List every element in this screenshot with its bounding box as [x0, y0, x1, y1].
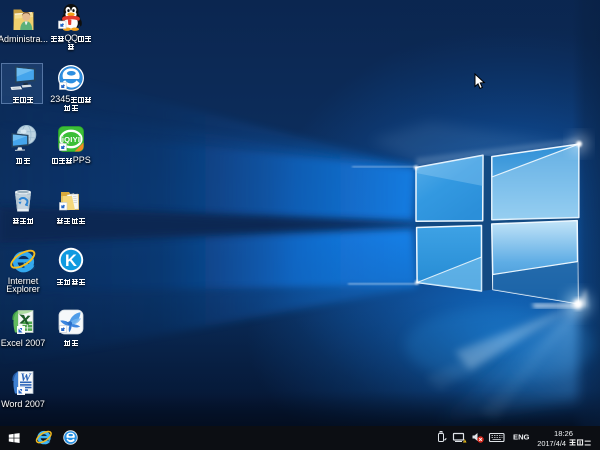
svg-text:K: K — [65, 252, 77, 270]
svg-text:ENG: ENG — [513, 433, 530, 442]
svg-text:!: ! — [464, 439, 465, 443]
svg-text:18:26: 18:26 — [554, 429, 573, 438]
svg-text:iQIYI: iQIYI — [62, 135, 80, 144]
svg-text:2017/4/4: 2017/4/4 — [537, 439, 566, 448]
svg-text:W: W — [20, 370, 32, 384]
